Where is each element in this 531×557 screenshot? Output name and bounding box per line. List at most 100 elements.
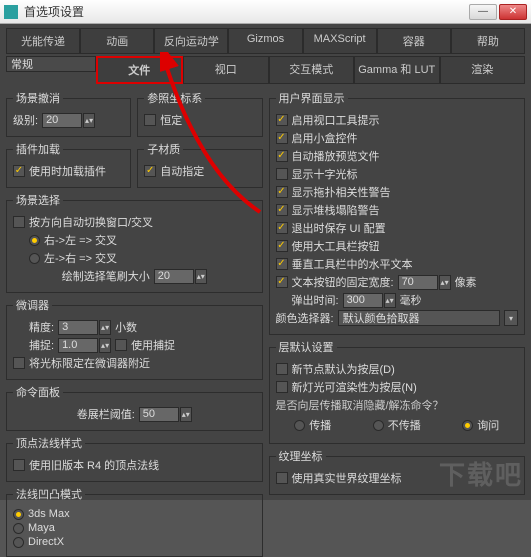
tess-3dsmax-label: 3ds Max xyxy=(28,508,70,520)
ui-autoplay-checkbox[interactable] xyxy=(276,150,288,162)
ui-topo-label: 显示拖扑相关性警告 xyxy=(292,184,391,200)
tab-radiosity[interactable]: 光能传递 xyxy=(6,28,80,54)
tab-files[interactable]: 文件 xyxy=(96,56,184,84)
snap-input[interactable] xyxy=(58,338,98,353)
ui-autoplay-label: 自动播放预览文件 xyxy=(292,148,380,164)
prec-input[interactable] xyxy=(58,320,98,335)
tess-3dsmax-radio[interactable] xyxy=(13,509,24,520)
colorpicker-select[interactable]: 默认颜色拾取器 xyxy=(338,310,500,326)
layer-legend: 层默认设置 xyxy=(276,339,337,355)
layer-newnode-checkbox[interactable] xyxy=(276,363,288,375)
rollup-label: 卷展栏阈值: xyxy=(77,406,135,422)
ui-caddy-label: 启用小盒控件 xyxy=(292,130,358,146)
plugin-onuse-label: 使用时加载插件 xyxy=(29,163,106,179)
rollup-input[interactable] xyxy=(139,407,179,422)
snap-use-label: 使用捕捉 xyxy=(131,337,175,353)
layer-noprop-radio[interactable] xyxy=(373,420,384,431)
plugin-onuse-checkbox[interactable] xyxy=(13,165,25,177)
tab-row-1: 光能传递 动画 反向运动学 Gizmos MAXScript 容器 帮助 xyxy=(6,28,525,54)
spinner-arrows-icon[interactable]: ▴▾ xyxy=(439,275,451,290)
flyout-input[interactable] xyxy=(343,293,383,308)
spinner-arrows-icon[interactable]: ▴▾ xyxy=(99,338,111,353)
tab-gizmos[interactable]: Gizmos xyxy=(228,28,302,54)
flyout-spinner[interactable]: ▴▾ xyxy=(343,293,396,308)
undo-level-spinner[interactable]: ▴▾ xyxy=(42,113,95,128)
ui-vtext-checkbox[interactable] xyxy=(276,258,288,270)
ui-fixedw-input[interactable] xyxy=(398,275,438,290)
tab-containers[interactable]: 容器 xyxy=(377,28,451,54)
spinner-arrows-icon[interactable]: ▴▾ xyxy=(83,113,95,128)
brush-spinner[interactable]: ▴▾ xyxy=(154,269,207,284)
undo-level-input[interactable] xyxy=(42,113,82,128)
snap-use-checkbox[interactable] xyxy=(115,339,127,351)
flyout-unit: 毫秒 xyxy=(400,292,422,308)
spinner-arrows-icon[interactable]: ▴▾ xyxy=(384,293,396,308)
snap-label: 捕捉: xyxy=(29,337,54,353)
ui-bigtb-label: 使用大工具栏按钮 xyxy=(292,238,380,254)
tab-help[interactable]: 帮助 xyxy=(451,28,525,54)
tess-maya-radio[interactable] xyxy=(13,523,24,534)
tab-maxscript[interactable]: MAXScript xyxy=(303,28,377,54)
tex-real-checkbox[interactable] xyxy=(276,472,288,484)
ui-collapse-label: 显示堆栈塌陷警告 xyxy=(292,202,380,218)
submat-auto-checkbox[interactable] xyxy=(144,165,156,177)
close-button[interactable]: ✕ xyxy=(499,4,527,20)
tab-viewport[interactable]: 视口 xyxy=(183,56,269,84)
ui-topo-checkbox[interactable] xyxy=(276,186,288,198)
prec-label: 精度: xyxy=(29,319,54,335)
spinner-lock-label: 将光标限定在微调器附近 xyxy=(29,355,150,371)
undo-legend: 场景撤消 xyxy=(13,90,63,106)
tab-row-2: 常规 文件 视口 交互模式 Gamma 和 LUT 渲染 xyxy=(6,56,525,84)
tess-maya-label: Maya xyxy=(28,522,55,534)
snap-spinner[interactable]: ▴▾ xyxy=(58,338,111,353)
normal-r4-checkbox[interactable] xyxy=(13,459,25,471)
spinner-arrows-icon[interactable]: ▴▾ xyxy=(99,320,111,335)
rollup-spinner[interactable]: ▴▾ xyxy=(139,407,192,422)
plugin-legend: 插件加载 xyxy=(13,141,63,157)
ui-legend: 用户界面显示 xyxy=(276,90,348,106)
prec-spinner[interactable]: ▴▾ xyxy=(58,320,111,335)
layer-newnode-label: 新节点默认为按层(D) xyxy=(292,361,395,377)
layer-prop-label: 传播 xyxy=(309,417,331,433)
scenesel-lr-radio[interactable] xyxy=(29,253,40,264)
coord-constant-checkbox[interactable] xyxy=(144,114,156,126)
tab-gamma[interactable]: Gamma 和 LUT xyxy=(354,56,440,84)
scenesel-lr-label: 左->右 => 交叉 xyxy=(44,250,117,266)
ui-collapse-checkbox[interactable] xyxy=(276,204,288,216)
normal-r4-label: 使用旧版本 R4 的顶点法线 xyxy=(29,457,159,473)
brush-input[interactable] xyxy=(154,269,194,284)
flyout-label: 弹出时间: xyxy=(292,292,339,308)
brush-label: 绘制选择笔刷大小 xyxy=(62,268,150,284)
ui-saveui-checkbox[interactable] xyxy=(276,222,288,234)
scenesel-auto-checkbox[interactable] xyxy=(13,216,25,228)
dropdown-arrow-icon[interactable]: ▾ xyxy=(504,310,518,326)
ui-caddy-checkbox[interactable] xyxy=(276,132,288,144)
layer-ask-label: 询问 xyxy=(477,417,499,433)
ui-fixedw-unit: 像素 xyxy=(455,274,477,290)
minimize-button[interactable]: — xyxy=(469,4,497,20)
submat-legend: 子材质 xyxy=(144,141,183,157)
scenesel-rl-radio[interactable] xyxy=(29,235,40,246)
spinner-arrows-icon[interactable]: ▴▾ xyxy=(180,407,192,422)
tab-general[interactable]: 常规 xyxy=(6,56,96,72)
spinner-arrows-icon[interactable]: ▴▾ xyxy=(195,269,207,284)
window-title: 首选项设置 xyxy=(24,3,469,20)
tab-animation[interactable]: 动画 xyxy=(80,28,154,54)
ui-bigtb-checkbox[interactable] xyxy=(276,240,288,252)
layer-newlight-checkbox[interactable] xyxy=(276,381,288,393)
scenesel-auto-label: 按方向自动切换窗口/交叉 xyxy=(29,214,153,230)
tess-directx-radio[interactable] xyxy=(13,537,24,548)
layer-prop-radio[interactable] xyxy=(294,420,305,431)
tab-interaction[interactable]: 交互模式 xyxy=(269,56,355,84)
layer-newlight-label: 新灯光可渲染性为按层(N) xyxy=(292,379,417,395)
ui-fixedw-spinner[interactable]: ▴▾ xyxy=(398,275,451,290)
spinner-lock-checkbox[interactable] xyxy=(13,357,25,369)
tab-ik[interactable]: 反向运动学 xyxy=(154,28,228,54)
ui-crosshair-label: 显示十字光标 xyxy=(292,166,358,182)
ui-tooltip-label: 启用视口工具提示 xyxy=(292,112,380,128)
tab-render[interactable]: 渲染 xyxy=(440,56,526,84)
ui-tooltip-checkbox[interactable] xyxy=(276,114,288,126)
layer-ask-radio[interactable] xyxy=(462,420,473,431)
ui-fixedw-checkbox[interactable] xyxy=(276,276,288,288)
ui-crosshair-checkbox[interactable] xyxy=(276,168,288,180)
